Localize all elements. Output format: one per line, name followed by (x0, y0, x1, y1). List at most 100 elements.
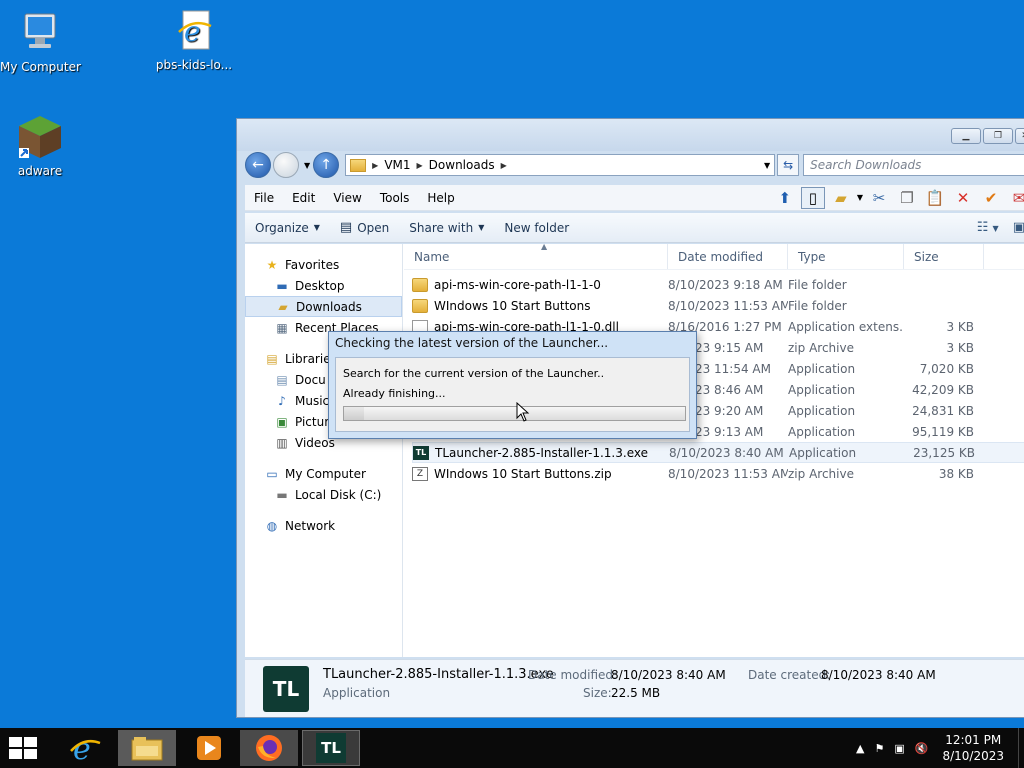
breadcrumb-separator-icon[interactable]: ▶ (372, 161, 378, 170)
show-desktop-button[interactable] (1018, 728, 1024, 768)
column-header-date[interactable]: Date modified (668, 244, 788, 269)
menu-view[interactable]: View (324, 191, 370, 205)
organize-button[interactable]: Organize ▼ (245, 221, 330, 235)
nav-local-disk[interactable]: ▬ Local Disk (C:) (245, 484, 402, 505)
dropdown-icon: ▼ (478, 223, 485, 232)
menu-edit[interactable]: Edit (283, 191, 324, 205)
view-options-icon[interactable]: ☷ ▼ (977, 220, 999, 235)
menu-help[interactable]: Help (418, 191, 463, 205)
up-button[interactable]: ↑ (313, 152, 340, 178)
column-header-type[interactable]: Type (788, 244, 904, 269)
clock-date: 8/10/2023 (942, 749, 1004, 763)
up-folder-icon[interactable]: ⬆ (773, 187, 797, 209)
cut-icon[interactable]: ✂ (867, 187, 891, 209)
folder-options-dropdown-icon[interactable]: ▼ (857, 193, 863, 202)
network-icon: ◍ (266, 518, 278, 533)
nav-desktop[interactable]: ▬ Desktop (245, 275, 402, 296)
command-bar: Organize ▼ ▤ Open Share with ▼ New folder ☷… (245, 213, 1024, 243)
file-name: TLauncher-2.885-Installer-1.1.3.exe (435, 445, 648, 460)
open-button[interactable]: ▤ Open (330, 220, 399, 235)
internet-explorer-file-icon: e (171, 8, 217, 54)
progress-bar (343, 406, 686, 421)
close-button[interactable]: ✕ (1015, 128, 1024, 144)
action-center-flag-icon[interactable]: ⚑ (874, 742, 884, 755)
delete-icon[interactable]: ✕ (951, 187, 975, 209)
taskbar-file-explorer[interactable] (118, 730, 176, 766)
folder-options-icon[interactable]: ▰ (829, 187, 853, 209)
clock[interactable]: 12:01 PM 8/10/2023 (942, 732, 1004, 764)
launcher-update-dialog: Checking the latest version of the Launc… (328, 331, 697, 439)
history-dropdown-icon[interactable]: ▼ (304, 161, 310, 170)
properties-check-icon[interactable]: ✔ (979, 187, 1003, 209)
nav-my-computer[interactable]: ▭ My Computer (245, 463, 402, 484)
share-with-button[interactable]: Share with ▼ (399, 221, 494, 235)
file-size: 3 KB (946, 319, 974, 334)
clock-time: 12:01 PM (945, 733, 1002, 747)
details-size-value: 22.5 MB (611, 686, 661, 700)
show-hidden-icons-icon[interactable]: ▲ (856, 742, 864, 755)
email-icon[interactable]: ✉ (1007, 187, 1024, 209)
menu-bar: File Edit View Tools Help ⬆ ▯ ▰ ▼ ✂ ❐ 📋 … (245, 185, 1024, 211)
desktop-icon-pbs-kids[interactable]: e pbs-kids-lo... (154, 8, 234, 72)
dialog-title[interactable]: Checking the latest version of the Launc… (329, 332, 696, 356)
nav-network[interactable]: ◍ Network (245, 515, 402, 536)
menu-file[interactable]: File (245, 191, 283, 205)
file-type: Application (788, 382, 856, 397)
folder-icon (350, 158, 367, 172)
network-icon[interactable]: ▣ (894, 742, 904, 755)
taskbar-internet-explorer[interactable]: e (56, 730, 114, 766)
paste-icon[interactable]: 📋 (923, 187, 947, 209)
address-bar[interactable]: ▶ VM1 ▶ Downloads ▶ ▼ (345, 154, 776, 176)
tlauncher-icon: TL (316, 733, 346, 763)
refresh-button[interactable]: ⇆ (777, 154, 800, 176)
details-modified-label: Date modified: (528, 668, 618, 682)
file-row[interactable]: Z WIndows 10 Start Buttons.zip 8/10/2023 … (412, 463, 1024, 484)
open-label: Open (357, 220, 390, 235)
svg-text:e: e (184, 15, 201, 48)
nav-favorites[interactable]: ★ Favorites (245, 254, 402, 275)
breadcrumb-separator-icon[interactable]: ▶ (417, 161, 423, 170)
address-dropdown-icon[interactable]: ▼ (764, 161, 770, 170)
folder-icon (412, 298, 428, 313)
minimize-button[interactable]: ▁ (951, 128, 981, 144)
file-row-selected[interactable]: TL TLauncher-2.885-Installer-1.1.3.exe 8/… (412, 442, 1024, 463)
start-windows-icon[interactable] (8, 736, 38, 760)
taskbar-media-player[interactable] (180, 730, 238, 766)
sort-ascending-icon: ▲ (541, 242, 548, 251)
system-tray: ▲ ⚑ ▣ 🔇 12:01 PM 8/10/2023 (856, 728, 1024, 768)
volume-muted-icon[interactable]: 🔇 (915, 742, 929, 755)
back-button[interactable]: ← (245, 152, 271, 178)
nav-downloads[interactable]: ▰ Downloads (245, 296, 402, 317)
desktop-icon-adware[interactable]: adware (0, 114, 80, 178)
file-size: 42,209 KB (912, 382, 974, 397)
copy-icon[interactable]: ❐ (895, 187, 919, 209)
taskbar-tlauncher[interactable]: TL (302, 730, 360, 766)
mouse-cursor-icon (516, 402, 530, 422)
taskbar-firefox[interactable] (240, 730, 298, 766)
maximize-button[interactable]: ❐ (983, 128, 1013, 144)
file-type: Application (788, 403, 856, 418)
breadcrumb-downloads[interactable]: Downloads (429, 158, 495, 172)
preview-pane-toggle-icon[interactable]: ▣ (1013, 220, 1024, 235)
libraries-icon: ▤ (266, 351, 278, 366)
column-header-name[interactable]: Name (404, 244, 668, 269)
file-date: 8/10/2023 9:18 AM (668, 277, 783, 292)
breadcrumb-vm1[interactable]: VM1 (384, 158, 410, 172)
file-row[interactable]: WIndows 10 Start Buttons 8/10/2023 11:53… (412, 295, 1024, 316)
preview-pane-icon[interactable]: ▯ (800, 186, 825, 209)
breadcrumb-separator-icon[interactable]: ▶ (501, 161, 507, 170)
forward-button[interactable] (273, 152, 299, 178)
column-headers: ▲ Name Date modified Type Size (404, 242, 1024, 270)
file-row[interactable]: api-ms-win-core-path-l1-1-0 8/10/2023 9:… (412, 274, 1024, 295)
drive-icon: ▬ (276, 487, 288, 502)
column-header-size[interactable]: Size (904, 244, 984, 269)
window-titlebar[interactable]: ▁ ❐ ✕ (237, 119, 1024, 151)
new-folder-button[interactable]: New folder (494, 221, 579, 235)
menu-tools[interactable]: Tools (371, 191, 419, 205)
search-input[interactable]: Search Downloads (803, 154, 1024, 176)
dialog-status-line: Search for the current version of the La… (343, 367, 605, 380)
dropdown-icon: ▼ (313, 223, 320, 232)
star-icon: ★ (266, 257, 278, 272)
desktop-icon-my-computer[interactable]: My Computer (0, 10, 81, 74)
desktop-icon-label: My Computer (0, 60, 81, 74)
